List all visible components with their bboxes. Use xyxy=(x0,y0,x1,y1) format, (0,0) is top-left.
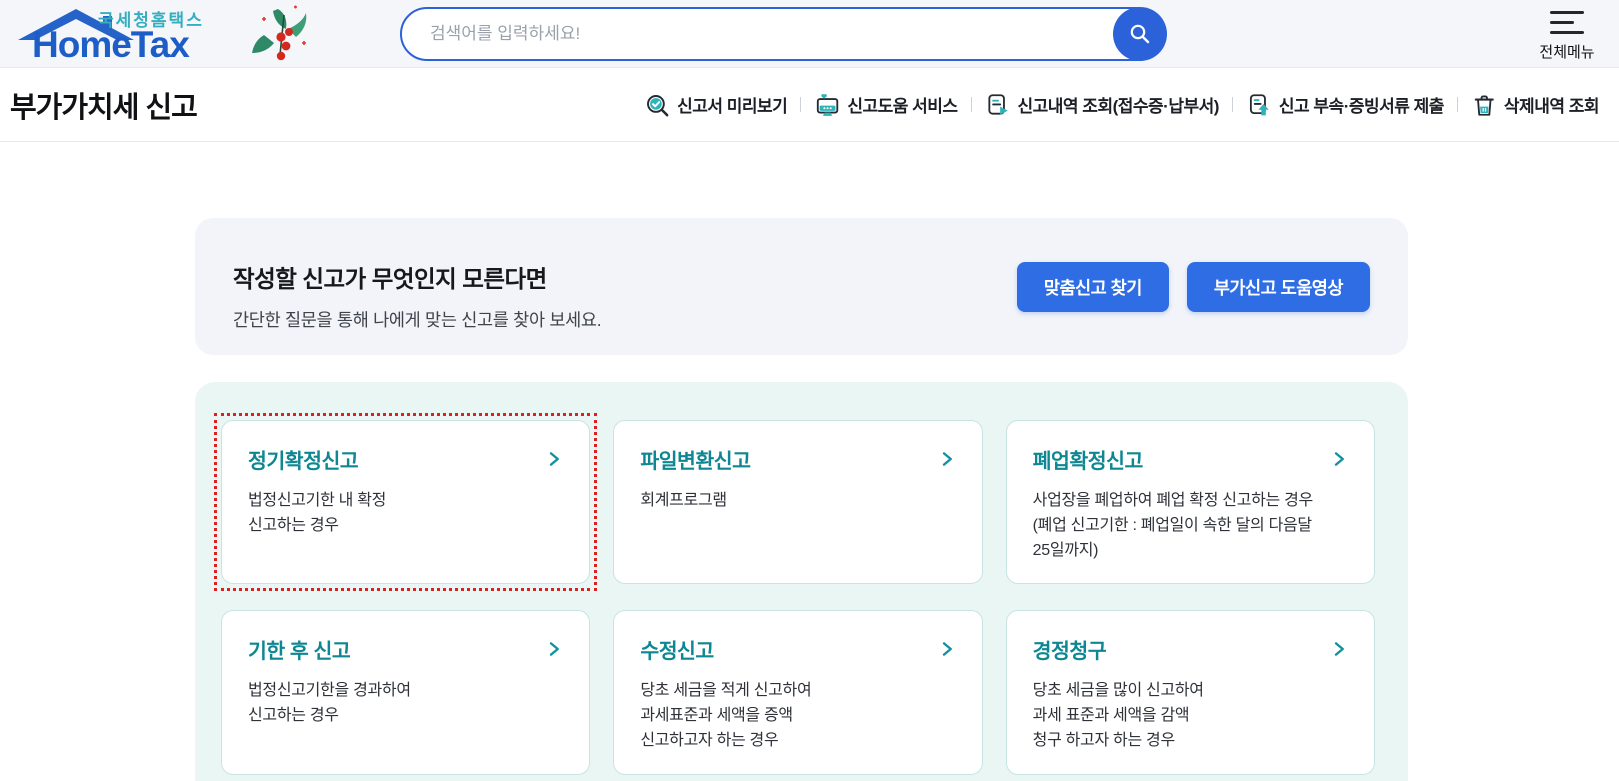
document-arrow-icon xyxy=(987,93,1008,115)
card-description: 법정신고기한 내 확정 신고하는 경우 xyxy=(248,492,387,534)
trash-icon xyxy=(1474,95,1494,116)
all-menu-label: 전체메뉴 xyxy=(1539,44,1595,61)
toolbar-item-label: 신고도움 서비스 xyxy=(847,97,958,116)
toolbar-item-label: 신고 부속·증빙서류 제출 xyxy=(1278,97,1445,116)
toolbar-item-deleted-history[interactable]: 삭제내역 조회 xyxy=(1471,92,1600,118)
card-file-conversion-report[interactable]: 파일변환신고 회계프로그램 xyxy=(613,420,983,585)
search-bar xyxy=(400,7,1167,61)
report-type-section: 정기확정신고 법정신고기한 내 확정 신고하는 경우 파일변환신고 회계프로그램… xyxy=(195,382,1408,781)
toolbar-separator xyxy=(800,97,802,112)
card-closure-final-report[interactable]: 폐업확정신고 사업장을 폐업하여 폐업 확정 신고하는 경우 (폐업 신고기한 … xyxy=(1005,420,1375,585)
card-amended-report[interactable]: 수정신고 당초 세금을 적게 신고하여 과세표준과 세액을 증액 신고하고자 하… xyxy=(613,610,983,775)
report-type-grid: 정기확정신고 법정신고기한 내 확정 신고하는 경우 파일변환신고 회계프로그램… xyxy=(213,412,1375,775)
toolbar-item-label: 삭제내역 조회 xyxy=(1503,97,1600,116)
page-head: 부가가치세 신고 신고서 미리보기 신고도움 서비스 신고내역 조회(접수증·납… xyxy=(0,68,1619,142)
toolbar-item-label: 신고서 미리보기 xyxy=(677,97,788,116)
toolbar-item-label: 신고내역 조회(접수증·납부서) xyxy=(1017,97,1220,116)
chevron-right-icon xyxy=(942,452,952,466)
logo-title: HomeTax xyxy=(32,24,190,64)
card-title: 파일변환신고 xyxy=(640,450,751,473)
toolbar-separator xyxy=(970,97,972,112)
card-title: 수정신고 xyxy=(640,640,714,664)
holly-decoration-icon xyxy=(252,5,307,61)
search-button[interactable] xyxy=(1113,7,1167,61)
card-title: 경정청구 xyxy=(1032,640,1107,664)
preview-check-icon xyxy=(647,94,669,116)
search-icon xyxy=(1130,24,1150,44)
toolbar-separator xyxy=(1231,97,1233,112)
hometax-logo[interactable]: 국세청홈택스 HomeTax xyxy=(10,4,310,64)
search-input[interactable] xyxy=(400,7,1163,61)
card-description: 당초 세금을 적게 신고하여 과세표준과 세액을 증액 신고하고자 하는 경우 xyxy=(640,682,812,749)
card-description: 회계프로그램 xyxy=(640,492,727,509)
monitor-help-icon xyxy=(817,93,839,116)
toolbar-item-attachment-submit[interactable]: 신고 부속·증빙서류 제출 xyxy=(1246,92,1444,118)
card-late-report[interactable]: 기한 후 신고 법정신고기한을 경과하여 신고하는 경우 xyxy=(221,610,591,775)
chevron-right-icon xyxy=(1334,452,1344,466)
toolbar-item-report-preview[interactable]: 신고서 미리보기 xyxy=(644,92,788,118)
hometax-logo-graphic: 국세청홈택스 HomeTax xyxy=(18,9,202,64)
card-description: 당초 세금을 많이 신고하여 과세 표준과 세액을 감액 청구 하고자 하는 경… xyxy=(1032,682,1204,749)
all-menu-button[interactable]: 전체메뉴 xyxy=(1537,11,1597,62)
vat-help-video-button[interactable]: 부가신고 도움영상 xyxy=(1186,262,1370,312)
card-regular-final-report[interactable]: 정기확정신고 법정신고기한 내 확정 신고하는 경우 xyxy=(213,412,598,592)
chevron-right-icon xyxy=(1334,642,1344,657)
toolbar-separator xyxy=(1456,97,1458,112)
card-title: 기한 후 신고 xyxy=(248,640,351,664)
card-description: 사업장을 폐업하여 폐업 확정 신고하는 경우 (폐업 신고기한 : 폐업일이 … xyxy=(1032,492,1314,559)
card-title: 정기확정신고 xyxy=(248,450,359,473)
document-upload-icon xyxy=(1249,93,1269,115)
chevron-right-icon xyxy=(550,452,560,466)
card-title: 폐업확정신고 xyxy=(1032,450,1144,473)
page-toolbar: 신고서 미리보기 신고도움 서비스 신고내역 조회(접수증·납부서) 신고 부속… xyxy=(644,92,1600,118)
chevron-right-icon xyxy=(942,642,952,657)
card-correction-claim[interactable]: 경정청구 당초 세금을 많이 신고하여 과세 표준과 세액을 감액 청구 하고자… xyxy=(1005,610,1375,775)
card-description: 법정신고기한을 경과하여 신고하는 경우 xyxy=(248,682,411,725)
banner-buttons: 맞춤신고 찾기 부가신고 도움영상 xyxy=(1016,262,1370,312)
guide-banner: 작성할 신고가 무엇인지 모른다면 간단한 질문을 통해 나에게 맞는 신고를 … xyxy=(195,218,1408,355)
hamburger-icon xyxy=(1550,11,1584,34)
page-title: 부가가치세 신고 xyxy=(10,91,198,124)
custom-report-find-button[interactable]: 맞춤신고 찾기 xyxy=(1016,262,1169,312)
chevron-right-icon xyxy=(550,642,560,657)
toolbar-item-report-history[interactable]: 신고내역 조회(접수증·납부서) xyxy=(985,92,1219,118)
top-header: 국세청홈택스 HomeTax 전체메뉴 xyxy=(0,0,1619,68)
toolbar-item-report-help-service[interactable]: 신고도움 서비스 xyxy=(814,92,958,118)
